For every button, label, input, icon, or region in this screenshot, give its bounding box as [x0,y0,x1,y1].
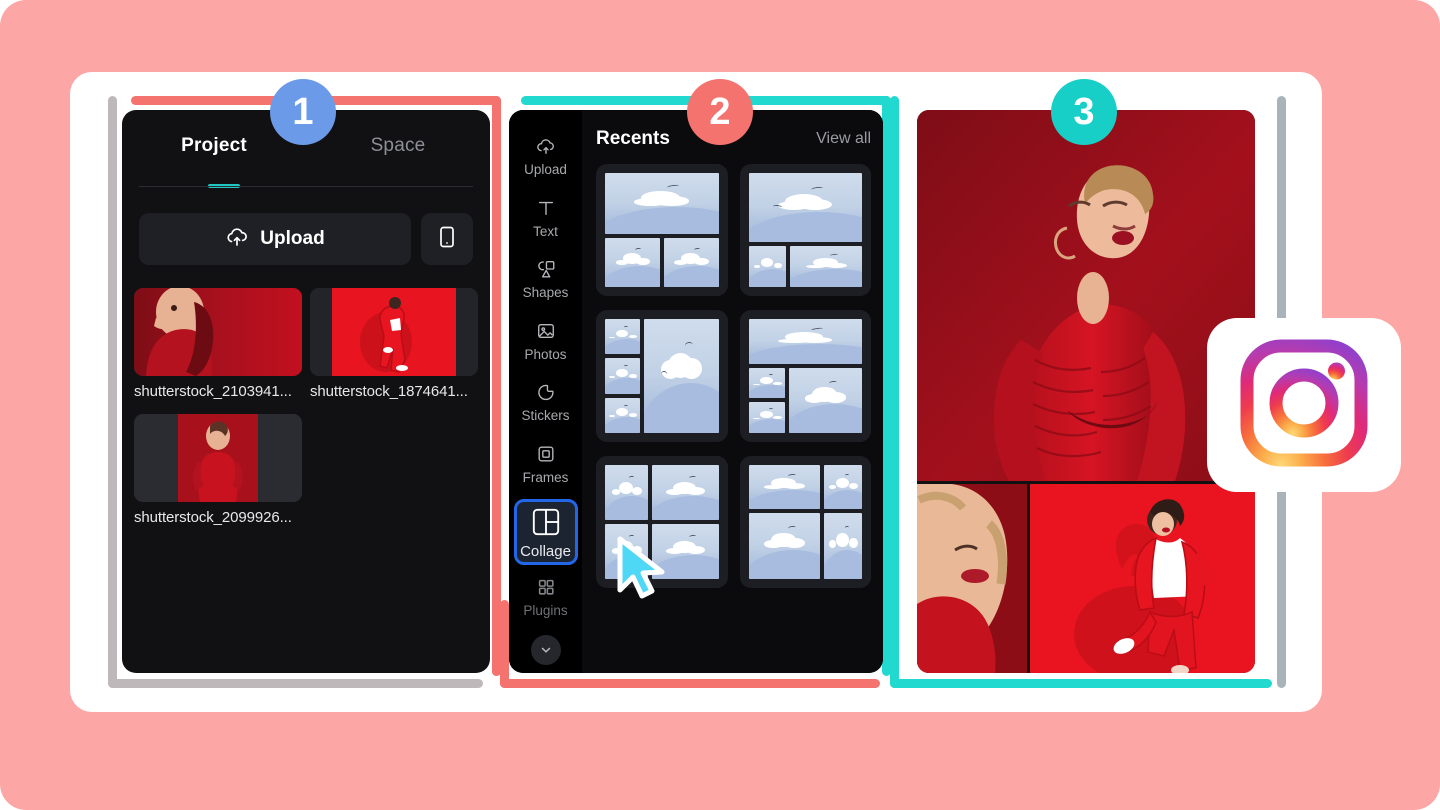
annotation-bar-teal-right-bottom [890,679,1272,688]
tab-space-label: Space [370,135,426,156]
annotation-bar-teal-right-left [890,96,899,688]
collage-result-panel [917,110,1255,673]
collage-cell-bottom-left[interactable] [917,484,1027,673]
project-panel: Project Space Upload shutterstock_210394… [122,110,490,673]
tabs-divider [139,186,473,187]
step-badge-3: 3 [1051,79,1117,145]
sidebar-item-label: Collage [520,543,571,560]
project-files-grid: shutterstock_2103941... shutterstock_187… [134,288,478,526]
tool-rail: Upload Text Shapes Photos Stickers Frame… [509,110,582,673]
sidebar-item-label: Text [533,223,558,239]
chevron-down-icon[interactable] [530,634,561,665]
step-badge-2-label: 2 [709,91,731,133]
plugins-grid-icon [535,577,557,600]
mobile-phone-icon [437,225,457,254]
sidebar-item-upload[interactable]: Upload [514,130,578,181]
cloud-upload-icon [535,136,557,159]
sidebar-item-label: Shapes [522,285,569,300]
page-title: Recents [596,128,670,149]
upload-actions: Upload [139,213,473,265]
file-name: shutterstock_2103941... [134,383,292,400]
cloud-upload-icon [225,224,249,254]
sticker-icon [535,382,557,405]
text-t-icon [535,198,557,221]
file-thumbnail[interactable] [134,414,302,502]
file-name: shutterstock_1874641... [310,383,468,400]
photo-icon [535,321,557,344]
editor-panel: Upload Text Shapes Photos Stickers Frame… [509,110,883,673]
list-item[interactable]: shutterstock_2103941... [134,288,302,400]
collage-bottom-row [917,484,1255,673]
sidebar-item-label: Frames [522,469,569,485]
sidebar-item-label: Stickers [521,408,570,423]
annotation-bar-gray-bottom [108,679,483,688]
collage-cell-bottom-right[interactable] [1030,484,1255,673]
list-item[interactable]: shutterstock_1874641... [310,288,478,400]
sidebar-item-label: Photos [524,346,567,362]
step-badge-1: 1 [270,79,336,145]
file-thumbnail[interactable] [134,288,302,376]
instagram-logo-icon [1240,339,1368,472]
collage-template[interactable] [739,164,871,296]
templates-pane: Recents View all [582,110,883,673]
step-badge-1-label: 1 [292,91,314,133]
list-item[interactable]: shutterstock_2099926... [134,414,302,526]
collage-template[interactable] [596,456,728,588]
collage-template[interactable] [596,164,728,296]
sidebar-item-plugins[interactable]: Plugins [514,571,578,622]
tab-project-label: Project [181,135,247,156]
frame-icon [535,444,557,467]
collage-template[interactable] [596,310,728,442]
file-thumbnail[interactable] [310,288,478,376]
sidebar-item-collage[interactable]: Collage [513,499,578,565]
sidebar-item-label: Plugins [523,603,568,618]
sidebar-item-shapes[interactable]: Shapes [514,253,578,304]
step-badge-3-label: 3 [1073,91,1095,133]
sidebar-item-photos[interactable]: Photos [514,315,578,366]
upload-button-label: Upload [260,228,325,249]
sidebar-item-frames[interactable]: Frames [514,438,578,489]
tab-space[interactable]: Space [306,135,490,157]
annotation-bar-coral-mid-bottom [500,679,880,688]
step-badge-2: 2 [687,79,753,145]
tab-project[interactable]: Project [122,135,306,157]
collage-cell-top[interactable] [917,110,1255,481]
file-name: shutterstock_2099926... [134,509,292,526]
collage-template[interactable] [739,310,871,442]
collage-icon [530,507,562,540]
annotation-bar-gray-left [108,96,117,688]
collage-template[interactable] [739,456,871,588]
shapes-icon [535,259,557,282]
mobile-upload-button[interactable] [421,213,473,265]
annotation-bar-coral-right [492,96,501,676]
sidebar-item-text[interactable]: Text [514,192,578,243]
annotation-bar-coral-mid-left [500,600,509,688]
sidebar-item-label: Upload [524,162,567,177]
view-all-link[interactable]: View all [816,130,871,148]
screenshot-stage: 1 2 3 Project Space Upload shutterstock_… [0,0,1440,810]
upload-button[interactable]: Upload [139,213,411,265]
collage-template-grid [596,164,871,588]
sidebar-item-stickers[interactable]: Stickers [514,376,578,427]
instagram-badge [1207,318,1401,492]
